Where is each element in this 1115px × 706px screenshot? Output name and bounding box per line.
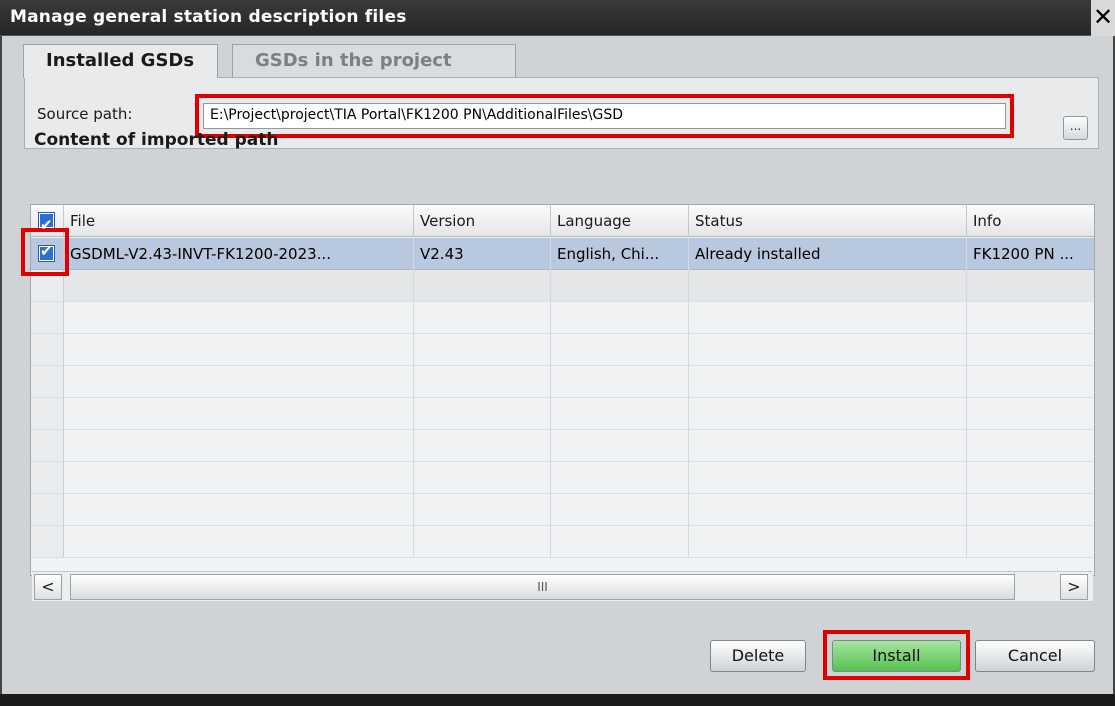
window-title: Manage general station description files — [10, 7, 407, 27]
empty-cell — [689, 526, 967, 558]
select-all-checkbox[interactable]: ✔ — [38, 212, 55, 234]
table-row[interactable]: ✔ GSDML-V2.43-INVT-FK1200-2023... V2.43 … — [31, 238, 1094, 270]
tab-installed-gsds[interactable]: Installed GSDs — [23, 44, 218, 78]
empty-cell — [64, 462, 414, 494]
empty-row — [31, 526, 1094, 558]
empty-cell — [64, 302, 414, 334]
cell-version: V2.43 — [414, 238, 551, 270]
empty-cell — [551, 398, 689, 430]
close-button[interactable]: ✕ — [1091, 0, 1115, 36]
empty-cell — [414, 398, 551, 430]
cell-info: FK1200 PN ... — [973, 245, 1074, 263]
browse-button[interactable]: ... — [1063, 116, 1088, 140]
row-checkbox[interactable]: ✔ — [38, 242, 55, 262]
content-section-title: Content of imported path — [34, 130, 279, 150]
delete-button[interactable]: Delete — [710, 640, 806, 672]
empty-cell — [414, 462, 551, 494]
row-select-cell — [31, 526, 64, 557]
cancel-button[interactable]: Cancel — [975, 640, 1095, 672]
empty-cell — [64, 430, 414, 462]
empty-cell — [414, 430, 551, 462]
tab-gsds-in-project[interactable]: GSDs in the project — [232, 44, 516, 78]
cell-status: Already installed — [689, 238, 967, 270]
empty-cell — [64, 334, 414, 366]
empty-cell — [551, 270, 689, 302]
window-bottom-edge — [0, 694, 1115, 706]
row-select-cell — [31, 302, 64, 333]
empty-cell — [64, 398, 414, 430]
empty-cell — [64, 270, 414, 302]
empty-cell — [64, 494, 414, 526]
empty-cell — [551, 366, 689, 398]
empty-cell — [689, 430, 967, 462]
empty-row — [31, 398, 1094, 430]
empty-row — [31, 462, 1094, 494]
source-path-highlight: E:\Project\project\TIA Portal\FK1200 PN\… — [195, 94, 1014, 138]
row-select-cell — [31, 494, 64, 525]
table-header: ✔ File Version Language Status Info — [31, 205, 1094, 237]
empty-cell — [689, 366, 967, 398]
empty-cell — [689, 494, 967, 526]
empty-row — [31, 430, 1094, 462]
empty-cell — [551, 494, 689, 526]
column-header-status[interactable]: Status — [689, 205, 967, 237]
empty-cell — [414, 270, 551, 302]
empty-row — [31, 494, 1094, 526]
empty-cell — [689, 302, 967, 334]
scroll-left-arrow-icon[interactable]: < — [34, 574, 62, 600]
install-button[interactable]: Install — [832, 640, 961, 672]
checkmark-icon: ✔ — [40, 216, 53, 234]
empty-cell — [414, 302, 551, 334]
column-header-version[interactable]: Version — [414, 205, 551, 237]
empty-cell — [551, 526, 689, 558]
empty-cell — [689, 270, 967, 302]
empty-row — [31, 334, 1094, 366]
scroll-right-arrow-icon[interactable]: > — [1060, 574, 1088, 600]
empty-cell — [551, 334, 689, 366]
column-header-language[interactable]: Language — [551, 205, 689, 237]
gsd-table: ✔ File Version Language Status Info ✔ GS… — [30, 204, 1095, 576]
source-path-label: Source path: — [37, 105, 133, 123]
row-select-cell — [31, 462, 64, 493]
empty-cell — [689, 462, 967, 494]
column-header-info[interactable]: Info — [967, 205, 1094, 237]
source-path-input[interactable]: E:\Project\project\TIA Portal\FK1200 PN\… — [203, 103, 1006, 129]
empty-cell — [551, 462, 689, 494]
row-select-cell — [31, 398, 64, 429]
empty-cell — [414, 366, 551, 398]
empty-cell — [64, 526, 414, 558]
title-bar: Manage general station description files… — [0, 0, 1115, 36]
checkmark-icon: ✔ — [40, 242, 53, 260]
empty-cell — [551, 302, 689, 334]
scroll-thumb[interactable]: III — [70, 574, 1015, 600]
empty-cell — [414, 526, 551, 558]
empty-cell — [689, 334, 967, 366]
empty-cell — [64, 366, 414, 398]
empty-row — [31, 366, 1094, 398]
empty-cell — [414, 494, 551, 526]
cell-language: English, Chi... — [551, 238, 689, 270]
horizontal-scrollbar[interactable]: < III > — [32, 571, 1093, 601]
column-header-file[interactable]: File — [64, 205, 414, 237]
row-select-cell — [31, 430, 64, 461]
cell-file: GSDML-V2.43-INVT-FK1200-2023... — [64, 238, 414, 270]
row-select-cell — [31, 366, 64, 397]
row-select-cell — [31, 334, 64, 365]
empty-row — [31, 270, 1094, 302]
empty-cell — [689, 398, 967, 430]
close-icon[interactable]: ✕ — [1093, 3, 1113, 31]
empty-cell — [414, 334, 551, 366]
empty-row — [31, 302, 1094, 334]
empty-cell — [551, 430, 689, 462]
